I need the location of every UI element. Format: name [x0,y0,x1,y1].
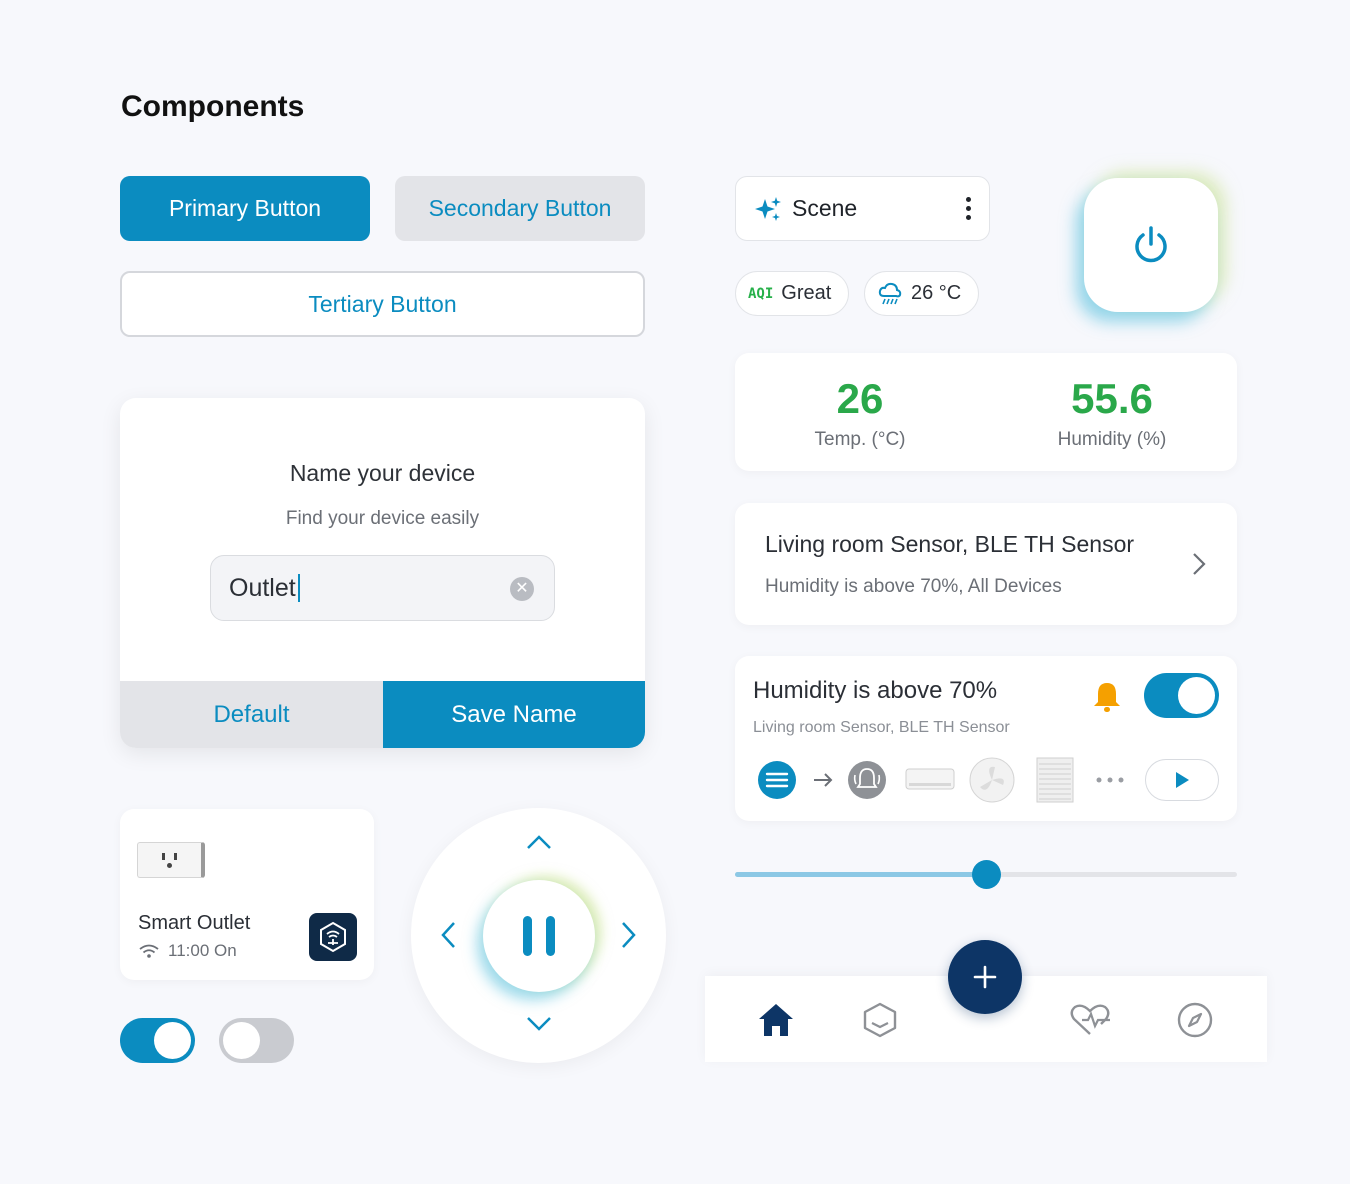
chevron-right-icon [1193,553,1206,575]
wifi-icon [139,944,159,958]
sparkle-icon [755,196,781,221]
device-name: Smart Outlet [138,912,251,934]
arrow-right-icon [814,773,833,787]
rain-cloud-icon [878,282,902,304]
chevron-right-icon[interactable] [620,920,638,950]
default-button[interactable]: Default [120,681,383,748]
hub-icon [309,913,357,961]
tertiary-button[interactable]: Tertiary Button [120,271,645,337]
plus-icon [973,965,997,989]
air-conditioner-icon[interactable] [905,767,955,793]
dialog-subtitle: Find your device easily [285,508,480,529]
home-icon [759,1004,793,1036]
name-device-dialog: Name your device Find your device easily… [120,398,645,748]
scene-button[interactable]: Scene [735,176,990,241]
temperature-value: 26 [836,375,884,422]
device-name-input[interactable]: Outlet ✕ [210,555,555,621]
dialog-title: Name your device [289,460,476,486]
list-icon[interactable] [757,760,797,800]
temperature-label: Temp. (°C) [814,429,906,450]
tab-home[interactable] [754,998,798,1042]
primary-button[interactable]: Primary Button [120,176,370,241]
direction-pad [411,808,666,1063]
toggle-knob [223,1022,260,1059]
secondary-button[interactable]: Secondary Button [395,176,645,241]
power-button[interactable] [1084,178,1218,312]
pause-button[interactable] [483,880,595,992]
humidity-value: 55.6 [1071,375,1153,422]
device-card[interactable]: Smart Outlet 11:00 On [120,809,374,980]
device-status: 11:00 On [138,941,237,961]
device-status-text: 11:00 On [168,941,237,960]
slider-fill [735,872,986,877]
pause-icon [523,916,532,956]
toggle-knob [154,1022,191,1059]
chevron-down-icon[interactable] [525,1015,553,1033]
outlet-image [137,842,205,878]
aqi-chip[interactable]: AQI Great [735,271,849,316]
hexagon-icon [863,1002,897,1038]
automation-card[interactable]: Humidity is above 70% Living room Sensor… [735,656,1237,821]
tab-devices[interactable] [858,998,902,1042]
sensor-list-item[interactable]: Living room Sensor, BLE TH Sensor Humidi… [735,503,1237,625]
aqi-tag: AQI [748,285,774,302]
add-button[interactable] [948,940,1022,1014]
toggle-knob [1178,677,1215,714]
bell-icon [1094,683,1120,712]
automation-title: Humidity is above 70% [753,677,998,704]
more-icon[interactable] [1095,776,1125,784]
temperature-stat: 26 Temp. (°C) [760,375,960,451]
humidity-stat: 55.6 Humidity (%) [1012,375,1212,451]
toggle-on[interactable] [120,1018,195,1063]
slider[interactable] [735,860,1237,889]
clear-icon[interactable]: ✕ [510,577,534,601]
blinds-icon[interactable] [1036,757,1074,803]
device-name-value: Outlet [229,573,296,602]
fan-icon[interactable] [969,757,1015,803]
weather-chip[interactable]: 26 °C [864,271,979,316]
power-icon [1135,226,1167,263]
sensor-item-subtitle: Humidity is above 70%, All Devices [765,576,1062,597]
tab-discover[interactable] [1173,998,1217,1042]
more-vertical-icon[interactable] [966,197,971,220]
compass-icon [1177,1002,1213,1038]
automation-subtitle: Living room Sensor, BLE TH Sensor [753,719,1010,736]
sensor-item-title: Living room Sensor, BLE TH Sensor [765,531,1135,557]
heart-pulse-icon [1070,1004,1110,1035]
humidity-label: Humidity (%) [1057,429,1167,450]
aqi-value: Great [781,282,832,304]
temperature-value: 26 °C [911,282,962,304]
chevron-left-icon[interactable] [439,920,457,950]
text-caret [297,574,300,602]
chevron-up-icon[interactable] [525,833,553,851]
page-title: Components [121,90,305,123]
tab-health[interactable] [1068,998,1112,1042]
scene-label: Scene [792,195,858,221]
sensor-stats-card: 26 Temp. (°C) 55.6 Humidity (%) [735,353,1237,471]
alarm-icon[interactable] [847,760,887,800]
run-button[interactable] [1145,759,1219,801]
slider-handle[interactable] [972,860,1001,889]
automation-toggle[interactable] [1144,673,1219,718]
pause-icon-bar [546,916,555,956]
play-icon [1176,772,1189,788]
save-name-button[interactable]: Save Name [383,681,645,748]
toggle-off[interactable] [219,1018,294,1063]
